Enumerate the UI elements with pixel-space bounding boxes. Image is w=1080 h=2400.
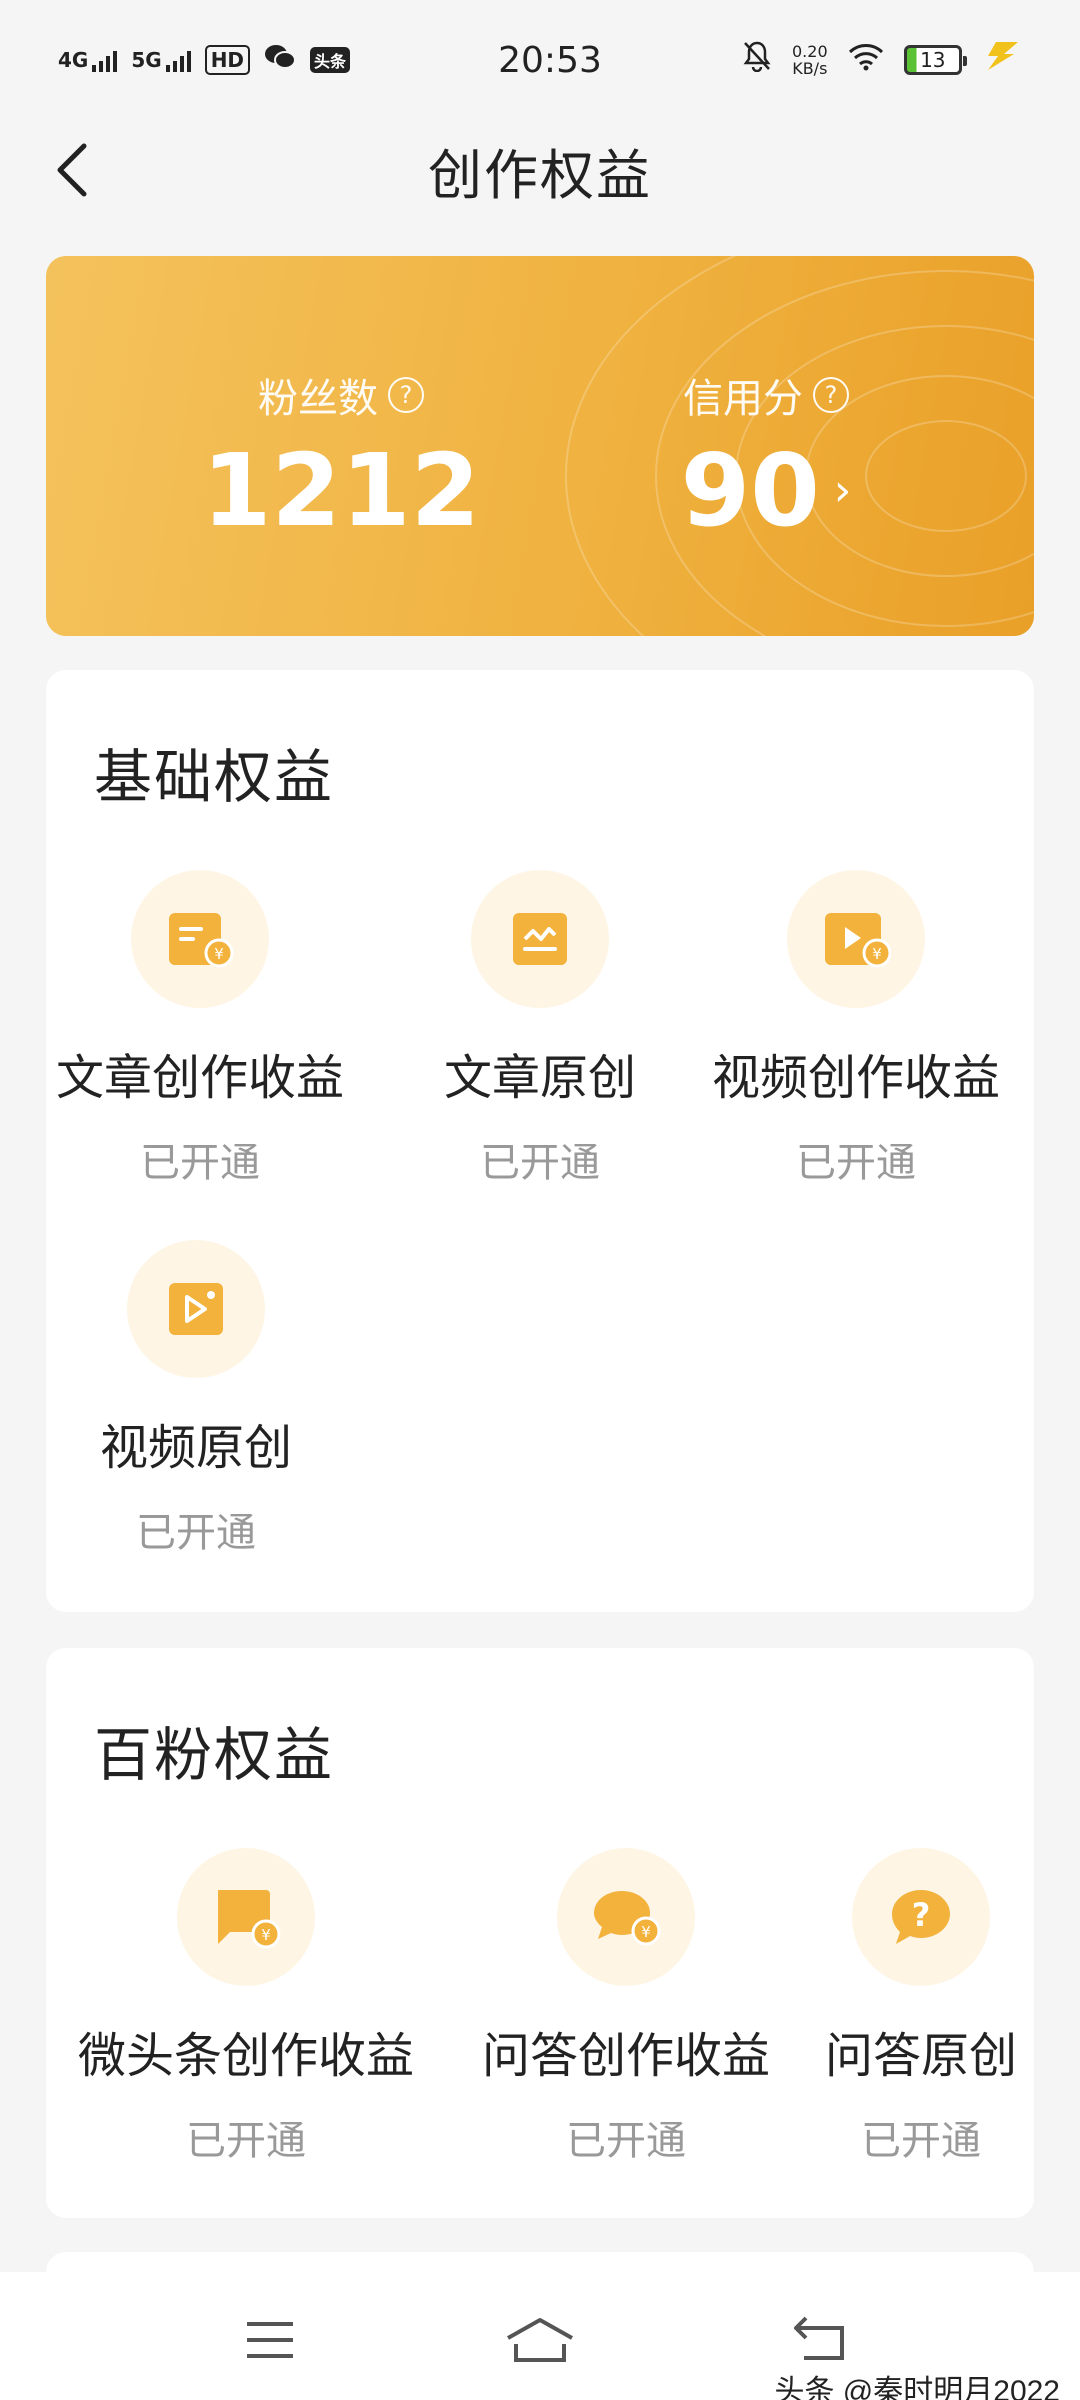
svg-text:¥: ¥ bbox=[261, 1926, 271, 1944]
right-item-name: 视频原创 bbox=[99, 1420, 292, 1476]
right-item-status: 已开通 bbox=[480, 1140, 600, 1186]
chevron-right-icon: › bbox=[833, 465, 852, 516]
back-nav-button[interactable] bbox=[790, 2312, 850, 2368]
charging-bolt-icon bbox=[982, 40, 1022, 81]
help-circle-icon[interactable]: ? bbox=[388, 377, 424, 413]
right-item-video-original[interactable]: 视频原创 已开通 bbox=[46, 1240, 346, 1558]
toutiao-badge-icon: 头条 bbox=[310, 47, 351, 73]
svg-text:¥: ¥ bbox=[641, 1923, 651, 1941]
right-item-name: 文章创作收益 bbox=[55, 1050, 344, 1106]
right-item-name: 问答原创 bbox=[824, 2028, 1017, 2084]
right-item-qa-original[interactable]: ? 问答原创 已开通 bbox=[806, 1848, 1036, 2166]
basic-rights-card: 基础权益 ¥ 文章创作收益 已开通 文章原创 已开通 ¥ 视频创作收益 已开通 … bbox=[46, 670, 1034, 1612]
chevron-left-icon bbox=[57, 143, 87, 197]
hundred-fans-rights-card: 百粉权益 ¥ 微头条创作收益 已开通 ¥ 问答创作收益 已开通 ? 问答原创 已… bbox=[46, 1648, 1034, 2218]
home-button[interactable] bbox=[504, 2312, 576, 2368]
status-right: 0.20 KB/s 13 bbox=[742, 40, 1022, 81]
article-income-icon: ¥ bbox=[131, 870, 269, 1008]
credit-label-row: 信用分 ? bbox=[586, 366, 946, 424]
fans-value: 1212 bbox=[201, 432, 481, 549]
right-item-article-original[interactable]: 文章原创 已开通 bbox=[390, 870, 690, 1188]
right-item-status: 已开通 bbox=[140, 1140, 260, 1186]
svg-text:?: ? bbox=[912, 1896, 931, 1934]
credit-label: 信用分 bbox=[683, 376, 803, 422]
back-button[interactable] bbox=[44, 142, 100, 198]
menu-icon bbox=[247, 2322, 293, 2358]
right-item-status: 已开通 bbox=[861, 2118, 981, 2164]
video-original-icon bbox=[127, 1240, 265, 1378]
fans-label-row: 粉丝数 ? bbox=[161, 366, 521, 424]
right-item-video-income[interactable]: ¥ 视频创作收益 已开通 bbox=[706, 870, 1006, 1188]
signal-5g-icon: 5G bbox=[131, 48, 191, 72]
mute-bell-icon bbox=[742, 40, 772, 81]
right-item-article-income[interactable]: ¥ 文章创作收益 已开通 bbox=[50, 870, 350, 1188]
credit-stat[interactable]: 信用分 ? 90 › bbox=[586, 366, 946, 549]
right-item-name: 文章原创 bbox=[443, 1050, 636, 1106]
page-title: 创作权益 bbox=[428, 143, 652, 207]
clock: 20:53 bbox=[498, 39, 602, 81]
signal-4g-icon: 4G bbox=[58, 48, 118, 72]
wechat-icon bbox=[264, 40, 297, 80]
fans-label: 粉丝数 bbox=[258, 376, 378, 422]
micro-toutiao-income-icon: ¥ bbox=[177, 1848, 315, 1986]
hundred-fans-rights-title: 百粉权益 bbox=[94, 1721, 335, 1789]
right-item-micro-toutiao-income[interactable]: ¥ 微头条创作收益 已开通 bbox=[56, 1848, 436, 2166]
right-item-status: 已开通 bbox=[796, 1140, 916, 1186]
video-income-icon: ¥ bbox=[787, 870, 925, 1008]
right-item-name: 问答创作收益 bbox=[481, 2028, 770, 2084]
basic-rights-title: 基础权益 bbox=[94, 743, 335, 811]
hd-voice-icon: HD bbox=[204, 45, 251, 75]
right-item-status: 已开通 bbox=[566, 2118, 686, 2164]
stats-banner: 粉丝数 ? 1212 信用分 ? 90 › bbox=[46, 256, 1034, 636]
help-circle-icon[interactable]: ? bbox=[813, 377, 849, 413]
right-item-status: 已开通 bbox=[186, 2118, 306, 2164]
right-item-name: 视频创作收益 bbox=[711, 1050, 1000, 1106]
credit-value: 90 bbox=[680, 432, 820, 549]
nav-bar: 创作权益 bbox=[0, 120, 1080, 220]
return-icon bbox=[794, 2316, 844, 2360]
article-original-icon bbox=[471, 870, 609, 1008]
signal-5g-label: 5G bbox=[131, 48, 162, 72]
svg-text:¥: ¥ bbox=[872, 945, 882, 963]
net-speed: 0.20 KB/s bbox=[792, 43, 828, 77]
signal-4g-label: 4G bbox=[58, 48, 89, 72]
home-icon bbox=[507, 2318, 573, 2362]
menu-button[interactable] bbox=[240, 2312, 300, 2368]
svg-text:¥: ¥ bbox=[214, 945, 224, 963]
right-item-status: 已开通 bbox=[136, 1510, 256, 1556]
net-speed-unit: KB/s bbox=[792, 59, 828, 78]
wifi-icon bbox=[848, 40, 884, 80]
right-item-qa-income[interactable]: ¥ 问答创作收益 已开通 bbox=[476, 1848, 776, 2166]
fans-value-row: 1212 bbox=[161, 432, 521, 549]
qa-original-icon: ? bbox=[852, 1848, 990, 1986]
status-bar: 4G 5G HD 头条 20:53 0.20 KB/s 13 bbox=[0, 0, 1080, 120]
credit-value-row: 90 › bbox=[586, 432, 946, 549]
qa-income-icon: ¥ bbox=[557, 1848, 695, 1986]
right-item-name: 微头条创作收益 bbox=[77, 2028, 414, 2084]
battery-indicator: 13 bbox=[903, 45, 968, 75]
watermark: 头条 @秦时明月2022 bbox=[774, 2375, 1060, 2400]
fans-stat[interactable]: 粉丝数 ? 1212 bbox=[161, 366, 521, 549]
